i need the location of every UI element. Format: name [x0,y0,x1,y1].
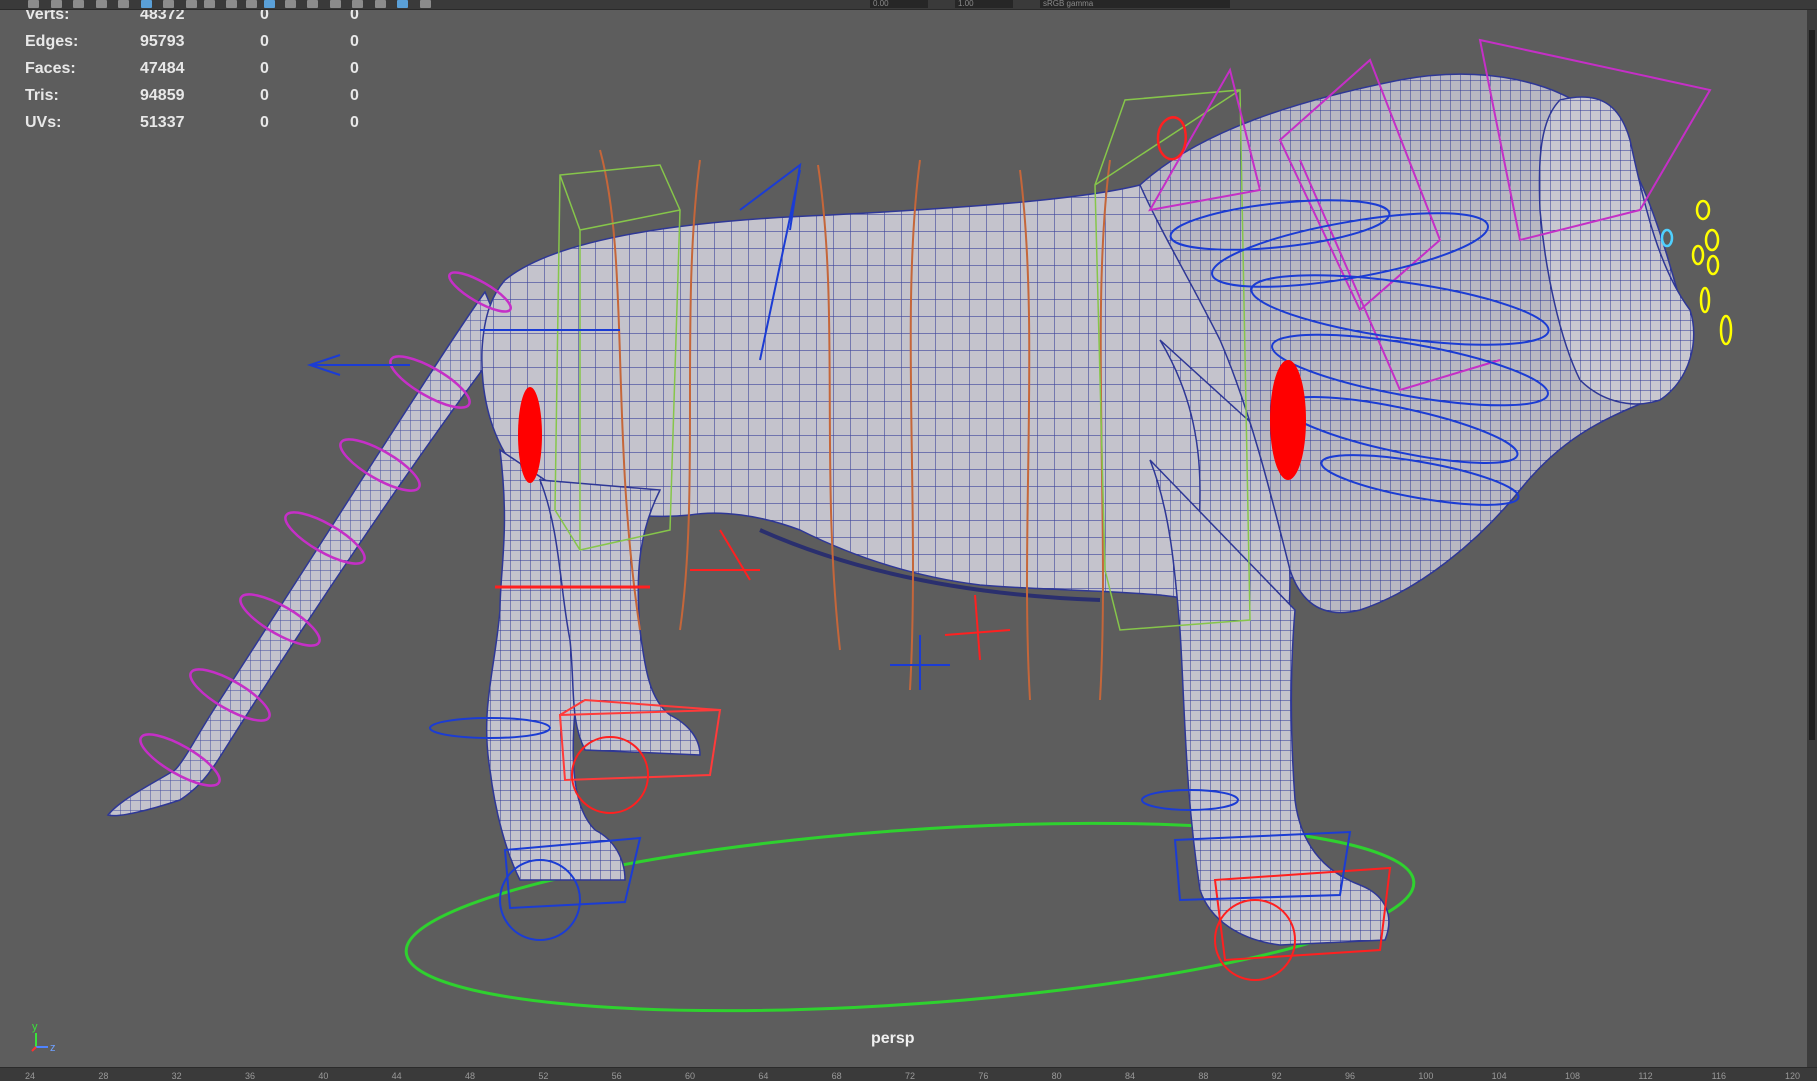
scale-icon[interactable] [140,0,152,8]
hud-tri: 0 [350,87,359,104]
perspective-viewport[interactable]: Verts: 48372 0 0 Edges: 95793 0 0 Faces: 47484 0 0 T… [0,10,1807,1067]
xray-icon[interactable] [374,0,386,8]
color-space-dropdown[interactable]: sRGB gamma [1040,0,1230,8]
lights-icon[interactable] [284,0,296,8]
tail-mesh[interactable] [106,290,506,817]
viewport-toolbar: 0.00 1.00 sRGB gamma [0,0,1817,10]
hud-label: Verts: [25,10,70,23]
hud-count: 95793 [140,33,185,50]
exposure-field[interactable]: 0.00 [870,0,928,8]
camera-icon[interactable] [397,0,408,8]
resolution-gate-icon[interactable] [203,0,215,8]
camera-name-label: persp [871,1030,915,1047]
hud-count: 94859 [140,87,185,104]
move-icon[interactable] [95,0,107,8]
ambient-occlusion-icon[interactable] [329,0,341,8]
isolate-select-icon[interactable] [352,0,363,8]
viewport-scrollbar[interactable] [1807,10,1817,1067]
hud-sel: 0 [260,33,269,50]
hud-label: Tris: [25,87,59,104]
lion-rig-scene[interactable] [0,10,1807,1067]
axis-y-label: y [32,1021,38,1033]
hud-tri: 0 [350,114,359,131]
hud-sel: 0 [260,60,269,77]
hud-tri: 0 [350,10,359,23]
select-tool-icon[interactable] [28,0,39,8]
colorspace-icon[interactable] [419,0,431,8]
hud-tri: 0 [350,33,359,50]
gamma-field[interactable]: 1.00 [955,0,1013,8]
hud-count: 51337 [140,114,185,131]
axis-z-label: z [50,1042,56,1054]
hud-sel: 0 [260,10,269,23]
wireframe-icon[interactable] [226,0,237,8]
time-slider[interactable]: 24 28 32 36 40 44 48 52 56 60 64 68 72 76 80 84 88 92 96 10… [0,1067,1817,1081]
lasso-icon[interactable] [50,0,62,8]
textured-icon[interactable] [263,0,275,8]
hud-tri: 0 [350,60,359,77]
smooth-shade-icon[interactable] [245,0,257,8]
shadows-icon[interactable] [307,0,318,8]
paint-icon[interactable] [73,0,84,8]
grid-icon[interactable] [163,0,174,8]
hud-sel: 0 [260,87,269,104]
hud-label: Faces: [25,60,76,77]
rotate-icon[interactable] [118,0,129,8]
view-axis-gizmo: y z [31,1021,56,1054]
hud-count: 48372 [140,10,185,23]
hud-label: UVs: [25,114,62,131]
film-gate-icon[interactable] [185,0,197,8]
hud-label: Edges: [25,33,79,50]
hud-sel: 0 [260,114,269,131]
hud-count: 47484 [140,60,185,77]
